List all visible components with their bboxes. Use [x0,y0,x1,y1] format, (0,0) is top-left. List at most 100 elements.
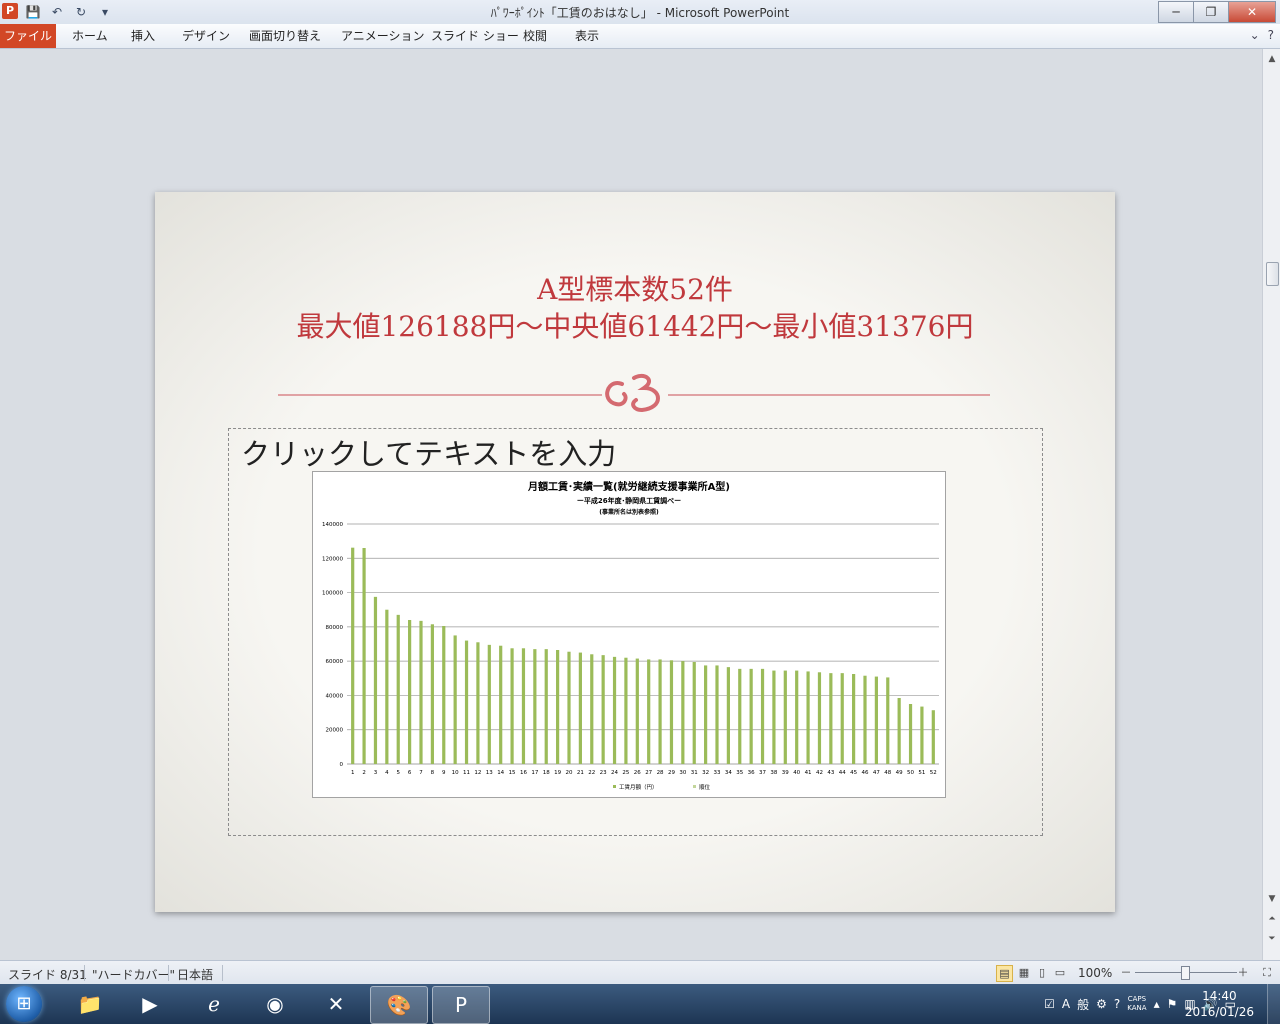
x-tick-label: 47 [873,770,880,776]
x-tick-label: 50 [907,770,914,776]
security-icon[interactable]: ☑ [1044,997,1055,1011]
show-desktop-button[interactable] [1267,984,1280,1024]
help-icon[interactable]: ? [1268,28,1274,42]
zoom-level[interactable]: 100% [1078,966,1112,980]
language-indicator[interactable]: 日本語 [177,966,213,983]
chart-bar [931,710,935,764]
ime-mode-icon[interactable]: A [1062,997,1070,1011]
legend-swatch [693,785,696,788]
slide-sorter-view-icon[interactable]: ▦ [1016,965,1032,981]
x-tick-label: 41 [805,770,812,776]
x-tick-label: 23 [600,770,607,776]
x-tick-label: 8 [431,770,435,776]
x-tick-label: 14 [497,770,504,776]
tab-animations[interactable]: アニメーション [341,24,425,48]
slideshow-view-icon[interactable]: ▭ [1052,965,1068,981]
chart-bar [578,652,582,764]
internet-explorer-icon[interactable]: ℯ [186,986,242,1022]
chart-bar [852,674,856,764]
media-player-icon[interactable]: ▶ [122,986,178,1022]
legend-label: 順位 [699,783,711,791]
tab-design[interactable]: デザイン [182,24,230,48]
caps-kana-indicator: CAPS KANA [1127,995,1147,1012]
tab-insert[interactable]: 挿入 [131,24,155,48]
tab-view[interactable]: 表示 [575,24,599,48]
x-tick-label: 40 [793,770,800,776]
x-tick-label: 25 [622,770,629,776]
next-slide-icon[interactable]: ⏷ [1264,931,1280,947]
vertical-scrollbar[interactable]: ▲ ▼ ⏶ ⏷ [1262,49,1280,960]
divider-ornament-icon [278,373,990,413]
scroll-up-icon[interactable]: ▲ [1264,51,1280,67]
zoom-in-icon[interactable]: ＋ [1235,965,1251,981]
chart[interactable]: 月額工賃･実績一覧(就労継続支援事業所A型) ー平成26年度･静岡県工賃調べー … [312,471,946,798]
x-tick-label: 22 [588,770,595,776]
slide-indicator: スライド 8/31 [8,968,87,982]
chart-bar [681,661,685,764]
x-tick-label: 36 [748,770,755,776]
excel-icon[interactable]: ✕ [308,986,364,1022]
expand-ribbon-icon[interactable]: ⌄ [1250,28,1260,42]
chart-bar [760,668,765,764]
paint-icon[interactable]: 🎨 [370,986,428,1024]
chart-bar [453,635,457,764]
chart-bar [442,626,446,764]
x-tick-label: 44 [839,770,846,776]
y-tick-label: 80000 [326,625,344,631]
previous-slide-icon[interactable]: ⏶ [1264,911,1280,927]
chart-bar [863,675,867,764]
tab-file[interactable]: ファイル [0,24,56,48]
x-tick-label: 35 [736,770,743,776]
y-tick-label: 100000 [322,591,343,597]
ime-conversion-icon[interactable]: 般 [1077,996,1089,1013]
tab-transitions[interactable]: 画面切り替え [249,24,321,48]
minimize-button[interactable]: ─ [1158,1,1194,23]
slide-title-line1[interactable]: A型標本数52件 [155,272,1115,308]
chart-bar [373,596,378,764]
chart-bar [829,673,833,764]
zoom-out-icon[interactable]: － [1118,965,1134,981]
x-tick-label: 16 [520,770,527,776]
chart-bar [908,704,913,764]
slide-editing-area[interactable]: A型標本数52件 最大値126188円～中央値61442円～最小値31376円 … [0,49,1262,960]
chart-bar [419,620,423,764]
x-tick-label: 10 [452,770,459,776]
close-button[interactable]: ✕ [1228,1,1276,23]
normal-view-icon[interactable]: ▤ [996,965,1013,982]
tab-review[interactable]: 校閲 [523,24,547,48]
x-tick-label: 37 [759,770,766,776]
chart-subtitle: ー平成26年度･静岡県工賃調べー [577,496,681,505]
x-tick-label: 7 [419,770,423,776]
x-tick-label: 28 [657,770,664,776]
powerpoint-taskbar-icon[interactable]: P [432,986,490,1024]
reading-view-icon[interactable]: ▯ [1034,965,1050,981]
x-tick-label: 52 [930,770,937,776]
x-tick-label: 4 [385,770,389,776]
start-button-icon[interactable]: ⊞ [6,986,42,1022]
x-tick-label: 3 [374,770,378,776]
chart-bar [487,644,491,764]
chart-note: (事業所名は別表参照) [599,508,659,516]
tab-home[interactable]: ホーム [72,24,108,48]
scroll-thumb[interactable] [1266,262,1279,286]
restore-button[interactable]: ❐ [1193,1,1229,23]
x-tick-label: 20 [566,770,573,776]
action-center-icon[interactable]: ⚑ [1167,997,1178,1011]
ime-help-icon[interactable]: ? [1114,997,1120,1011]
slide-title-line2[interactable]: 最大値126188円～中央値61442円～最小値31376円 [155,309,1115,345]
fit-slide-icon[interactable]: ⛶ [1259,965,1275,981]
window-title: ﾊﾟﾜｰﾎﾟｲﾝﾄ「工賃のおはなし」 - Microsoft PowerPoin… [490,6,790,20]
scroll-down-icon[interactable]: ▼ [1264,891,1280,907]
x-tick-label: 34 [725,770,732,776]
status-bar: スライド 8/31 "ハードカバー" 日本語 ▤ ▦ ▯ ▭ 100% － ＋ … [0,960,1280,985]
slide[interactable]: A型標本数52件 最大値126188円～中央値61442円～最小値31376円 … [155,192,1115,912]
tab-slideshow[interactable]: スライド ショー [431,24,519,48]
ime-tools-icon[interactable]: ⚙ [1096,997,1107,1011]
explorer-icon[interactable]: 📁 [62,986,118,1022]
clock[interactable]: 14:40 2016/01/26 [1185,988,1254,1020]
tray-expand-icon[interactable]: ▴ [1154,997,1160,1011]
chrome-icon[interactable]: ◉ [247,986,303,1022]
chart-bar [806,671,810,764]
zoom-slider-thumb[interactable] [1181,966,1190,980]
placeholder-text[interactable]: クリックしてテキストを入力 [241,431,616,473]
